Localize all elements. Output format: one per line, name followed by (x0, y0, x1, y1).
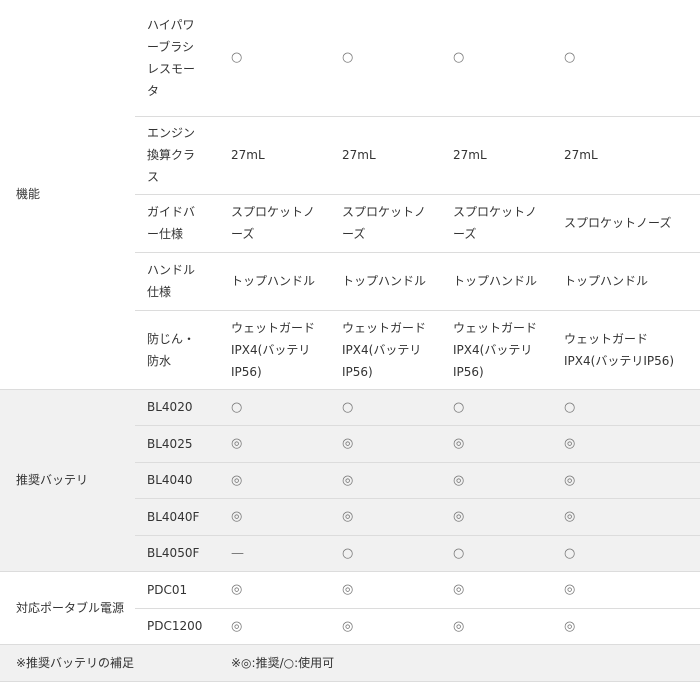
cell-value: ◎ (231, 470, 242, 492)
cell-value: スプロケットノーズ (342, 201, 438, 245)
cell-value: トップハンドル (564, 270, 648, 292)
cell-value: トップハンドル (342, 270, 426, 292)
row-label: エンジン換算クラス (147, 122, 201, 188)
cell-value: スプロケットノーズ (231, 201, 327, 245)
note-row: ※推奨バッテリの補足 ※◎:推奨/○:使用可 (0, 644, 700, 681)
cell-value: ○ (564, 47, 575, 69)
cell-value: ウェットガードIPX4(バッテリIP56) (231, 317, 327, 383)
row-label: BL4020 (147, 396, 201, 418)
cell-value: ◎ (231, 579, 242, 601)
row-label: ハンドル仕様 (147, 259, 201, 303)
cell-value: ◎ (231, 616, 242, 638)
cell-value: ウェットガードIPX4(バッテリIP56) (342, 317, 438, 383)
cell-value: ◎ (453, 579, 464, 601)
cell-value: トップハンドル (231, 270, 315, 292)
cell-value: ◎ (342, 433, 353, 455)
row-label: BL4050F (147, 542, 201, 564)
row-label: ガイドバー仕様 (147, 201, 201, 245)
row-label: 防じん・防水 (147, 328, 201, 372)
cell-value: ○ (342, 543, 353, 565)
group-label: 推奨バッテリ (0, 389, 135, 571)
cell-value: 27mL (453, 144, 487, 166)
cell-value: 27mL (231, 144, 265, 166)
cell-value: ◎ (231, 506, 242, 528)
cell-value: ○ (564, 543, 575, 565)
table-row: 推奨バッテリBL4020○○○○ (0, 389, 700, 425)
cell-value: ◎ (564, 579, 575, 601)
cell-value: 27mL (564, 144, 598, 166)
cell-value: ○ (342, 47, 353, 69)
cell-value: ○ (231, 397, 242, 419)
cell-value: ウェットガードIPX4(バッテリIP56) (453, 317, 549, 383)
row-label: BL4040F (147, 506, 201, 528)
group-label: 機能 (0, 0, 135, 389)
note-text: ※◎:推奨/○:使用可 (219, 644, 700, 681)
cell-value: ◎ (564, 506, 575, 528)
cell-value: ○ (453, 47, 464, 69)
table-row: 対応ポータブル電源PDC01◎◎◎◎ (0, 571, 700, 608)
cell-value: ウェットガードIPX4(バッテリIP56) (564, 328, 688, 372)
cell-value: スプロケットノーズ (564, 212, 671, 234)
cell-value: ◎ (453, 470, 464, 492)
spec-table: 機能ハイパワーブラシレスモータ ○ ○ ○ ○ エンジン換算クラス 27mL 27mL 27mL… (0, 0, 700, 682)
cell-value: ◎ (453, 433, 464, 455)
cell-value: 27mL (342, 144, 376, 166)
cell-value: ○ (231, 47, 242, 69)
cell-value: ◎ (231, 433, 242, 455)
cell-value: ○ (453, 543, 464, 565)
cell-value: ◎ (564, 433, 575, 455)
cell-value: ◎ (342, 616, 353, 638)
row-label: PDC1200 (147, 615, 201, 637)
row-label: BL4040 (147, 469, 201, 491)
cell-value: ○ (564, 397, 575, 419)
note-label: ※推奨バッテリの補足 (0, 644, 219, 681)
cell-value: ○ (342, 397, 353, 419)
cell-value: ◎ (564, 470, 575, 492)
cell-value: ◎ (342, 470, 353, 492)
cell-value: ◎ (564, 616, 575, 638)
cell-value: スプロケットノーズ (453, 201, 549, 245)
cell-value: ◎ (342, 579, 353, 601)
cell-value: トップハンドル (453, 270, 537, 292)
cell-value: ◎ (342, 506, 353, 528)
row-label: ハイパワーブラシレスモータ (147, 14, 201, 102)
cell-value: ◎ (453, 616, 464, 638)
cell-value: ◎ (453, 506, 464, 528)
group-label: 対応ポータブル電源 (0, 571, 135, 644)
row-label: PDC01 (147, 579, 201, 601)
table-row: 機能ハイパワーブラシレスモータ○○○○ (0, 0, 700, 116)
row-label: BL4025 (147, 433, 201, 455)
cell-value: ○ (453, 397, 464, 419)
cell-value: — (231, 543, 244, 565)
